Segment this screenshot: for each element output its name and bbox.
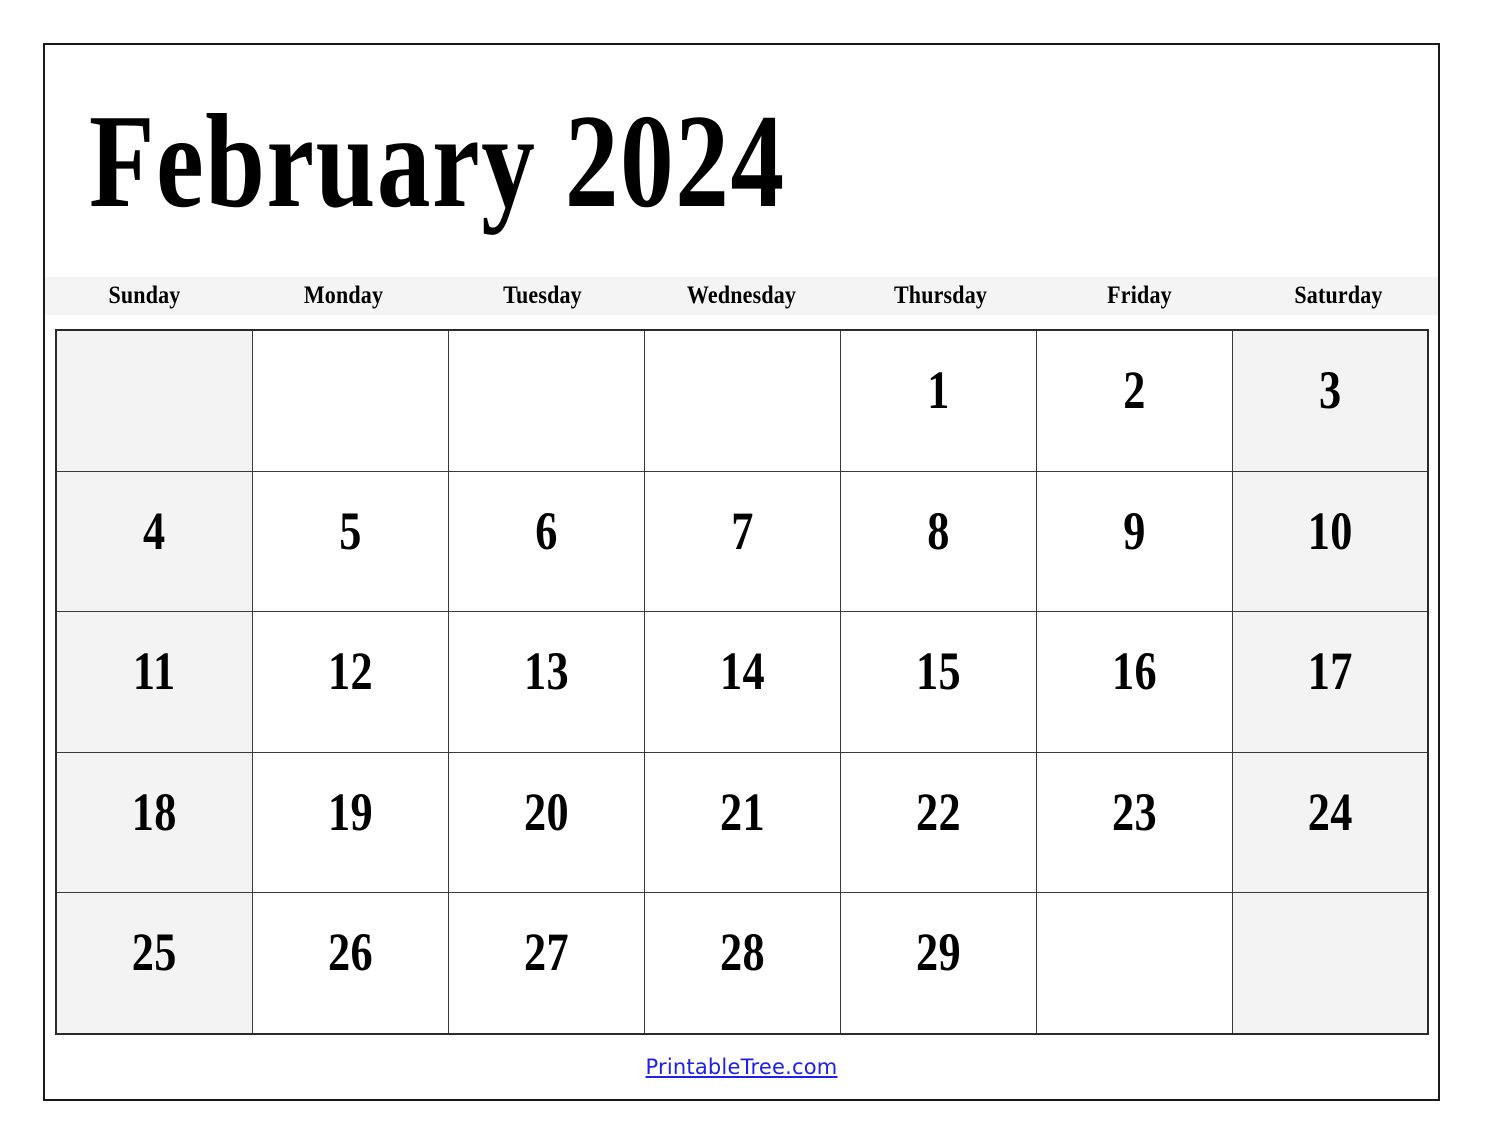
- day-cell[interactable]: [251, 329, 449, 472]
- day-cell[interactable]: 29: [839, 892, 1037, 1035]
- day-cell[interactable]: 17: [1231, 611, 1429, 753]
- day-number: 4: [142, 500, 166, 561]
- day-number: 22: [915, 781, 961, 842]
- day-number: 3: [1318, 360, 1342, 420]
- day-cell[interactable]: 18: [55, 751, 253, 894]
- day-cell[interactable]: 25: [55, 892, 253, 1035]
- day-cell[interactable]: 2: [1035, 329, 1233, 472]
- day-cell[interactable]: 8: [839, 470, 1037, 613]
- day-number: 18: [131, 781, 177, 842]
- day-number: [1250, 893, 1409, 925]
- day-number: [1054, 893, 1214, 925]
- day-number: 2: [1122, 360, 1146, 420]
- day-number: 15: [915, 641, 961, 702]
- day-cell[interactable]: 22: [839, 751, 1037, 894]
- day-cell[interactable]: 20: [447, 751, 645, 894]
- weekday-label: Monday: [303, 282, 384, 309]
- calendar-grid-wrapper: 1 2 3 4 5 6 7 8 9 10 11 12 13 14 15 16 1…: [45, 329, 1438, 1035]
- day-cell[interactable]: [1035, 892, 1233, 1035]
- day-cell[interactable]: [1231, 892, 1429, 1035]
- day-cell[interactable]: 14: [643, 611, 841, 753]
- day-cell[interactable]: 12: [251, 611, 449, 753]
- day-number: [662, 331, 822, 363]
- day-number: 17: [1307, 641, 1353, 702]
- weekday-header-friday: Friday: [1052, 277, 1227, 315]
- day-number: 28: [719, 922, 765, 983]
- day-cell[interactable]: 11: [55, 611, 253, 753]
- day-number: 9: [1122, 500, 1146, 561]
- day-number: 20: [523, 781, 569, 842]
- day-number: 19: [327, 781, 373, 842]
- weekday-label: Tuesday: [503, 282, 582, 309]
- day-number: 6: [534, 500, 558, 561]
- weekday-header-thursday: Thursday: [853, 277, 1028, 315]
- day-number: 21: [719, 781, 765, 842]
- day-cell[interactable]: 5: [251, 470, 449, 613]
- day-cell[interactable]: 24: [1231, 751, 1429, 894]
- title-area: February 2024: [45, 45, 1438, 277]
- calendar-week-row: 11 12 13 14 15 16 17: [55, 611, 1429, 753]
- day-number: 8: [926, 500, 950, 561]
- day-number: [270, 331, 430, 363]
- weekday-header-sunday: Sunday: [57, 277, 232, 315]
- day-number: 13: [523, 641, 569, 702]
- day-number: 26: [327, 922, 373, 983]
- day-cell[interactable]: 9: [1035, 470, 1233, 613]
- day-number: 11: [132, 641, 176, 702]
- day-number: 10: [1307, 500, 1353, 561]
- day-cell[interactable]: 6: [447, 470, 645, 613]
- day-cell[interactable]: 16: [1035, 611, 1233, 753]
- day-cell[interactable]: 21: [643, 751, 841, 894]
- page-title: February 2024: [89, 87, 786, 235]
- printabletree-link[interactable]: PrintableTree.com: [646, 1055, 838, 1079]
- day-cell[interactable]: [55, 329, 253, 472]
- day-cell[interactable]: 27: [447, 892, 645, 1035]
- header-grid-spacer: [45, 315, 1438, 329]
- day-cell[interactable]: 4: [55, 470, 253, 613]
- day-cell[interactable]: 26: [251, 892, 449, 1035]
- day-number: 23: [1111, 781, 1157, 842]
- day-cell[interactable]: 1: [839, 329, 1037, 472]
- calendar-page: February 2024 Sunday Monday Tuesday Wedn…: [43, 43, 1440, 1101]
- day-number: 16: [1111, 641, 1157, 702]
- day-cell[interactable]: 3: [1231, 329, 1429, 472]
- day-cell[interactable]: 23: [1035, 751, 1233, 894]
- day-number: 24: [1307, 781, 1353, 842]
- weekday-label: Sunday: [108, 282, 181, 309]
- weekday-label: Thursday: [893, 282, 988, 309]
- calendar-week-row: 1 2 3: [55, 329, 1429, 472]
- calendar-grid: 1 2 3 4 5 6 7 8 9 10 11 12 13 14 15 16 1…: [55, 329, 1429, 1035]
- weekday-header-saturday: Saturday: [1251, 277, 1426, 315]
- day-cell[interactable]: [643, 329, 841, 472]
- weekday-header-tuesday: Tuesday: [455, 277, 630, 315]
- day-number: 25: [131, 922, 177, 983]
- day-number: 7: [730, 500, 754, 561]
- day-number: 1: [926, 360, 950, 420]
- day-cell[interactable]: 10: [1231, 470, 1429, 613]
- weekday-header-monday: Monday: [256, 277, 431, 315]
- day-cell[interactable]: 19: [251, 751, 449, 894]
- footer: PrintableTree.com: [45, 1035, 1438, 1099]
- day-cell[interactable]: 13: [447, 611, 645, 753]
- day-number: 29: [915, 922, 961, 983]
- weekday-header-row: Sunday Monday Tuesday Wednesday Thursday…: [45, 277, 1438, 315]
- calendar-grid-body: 1 2 3 4 5 6 7 8 9 10 11 12 13 14 15 16 1…: [55, 329, 1429, 1035]
- day-cell[interactable]: [447, 329, 645, 472]
- weekday-label: Saturday: [1294, 282, 1383, 309]
- weekday-label: Wednesday: [686, 282, 797, 309]
- day-number: [75, 331, 234, 363]
- day-number: 14: [719, 641, 765, 702]
- day-cell[interactable]: 15: [839, 611, 1037, 753]
- calendar-week-row: 18 19 20 21 22 23 24: [55, 751, 1429, 894]
- day-number: [466, 331, 626, 363]
- day-number: 12: [327, 641, 373, 702]
- day-cell[interactable]: 28: [643, 892, 841, 1035]
- day-number: 27: [523, 922, 569, 983]
- weekday-header-wednesday: Wednesday: [654, 277, 829, 315]
- weekday-label: Friday: [1107, 282, 1172, 309]
- calendar-week-row: 4 5 6 7 8 9 10: [55, 470, 1429, 613]
- day-number: 5: [338, 500, 362, 561]
- calendar-week-row: 25 26 27 28 29: [55, 892, 1429, 1035]
- day-cell[interactable]: 7: [643, 470, 841, 613]
